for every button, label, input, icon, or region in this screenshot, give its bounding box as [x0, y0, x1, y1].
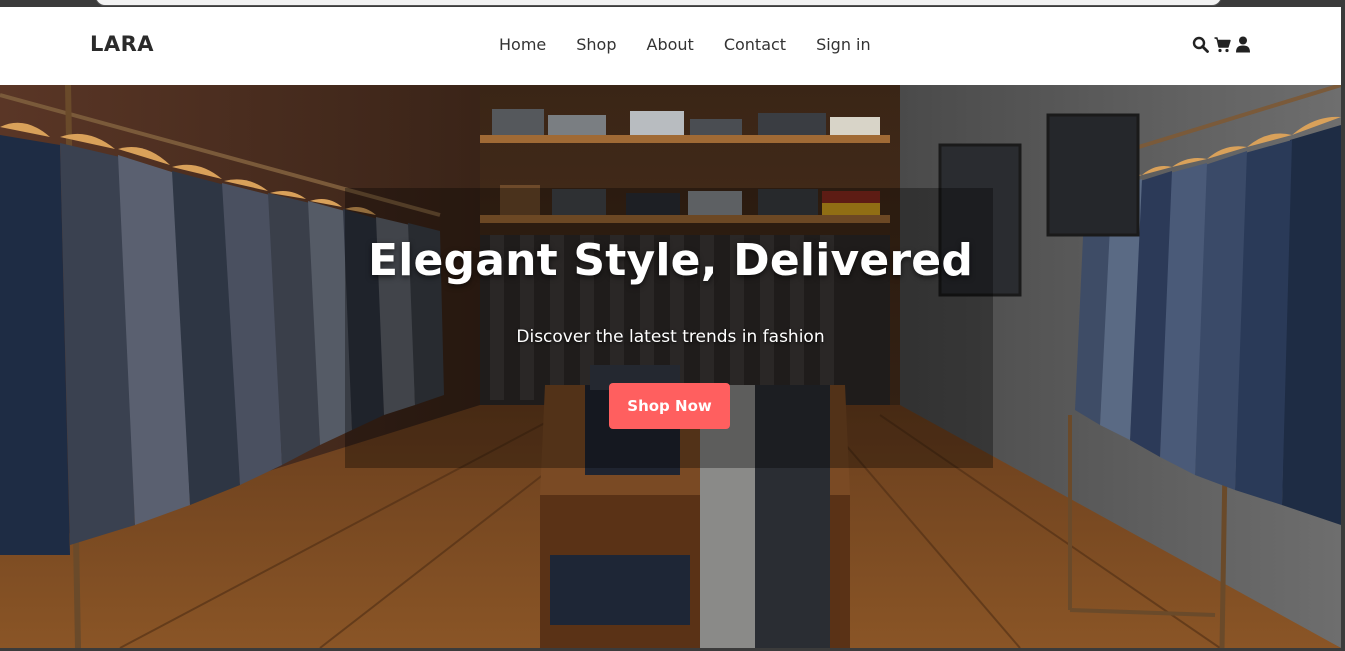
brand-logo[interactable]: LARA	[90, 32, 154, 56]
nav-links: Home Shop About Contact Sign in	[499, 35, 901, 54]
cart-icon[interactable]	[1214, 36, 1231, 53]
nav-link-sign-in[interactable]: Sign in	[816, 35, 871, 54]
hero-section: Elegant Style, Delivered Discover the la…	[0, 85, 1341, 648]
hero-title: Elegant Style, Delivered	[367, 235, 974, 286]
page: LARA Home Shop About Contact Sign in Ele…	[0, 0, 1345, 651]
navbar: LARA Home Shop About Contact Sign in	[0, 7, 1341, 85]
nav-link-about[interactable]: About	[647, 35, 694, 54]
nav-link-contact[interactable]: Contact	[724, 35, 786, 54]
shop-now-button[interactable]: Shop Now	[609, 383, 730, 429]
nav-icons	[1192, 36, 1253, 53]
user-icon[interactable]	[1236, 36, 1253, 53]
nav-link-shop[interactable]: Shop	[576, 35, 616, 54]
window-top-edge	[0, 0, 1345, 7]
window-right-edge	[1341, 0, 1345, 651]
hero-subtitle: Discover the latest trends in fashion	[516, 327, 825, 347]
address-bar	[95, 0, 1222, 6]
search-icon[interactable]	[1192, 36, 1209, 53]
nav-link-home[interactable]: Home	[499, 35, 546, 54]
